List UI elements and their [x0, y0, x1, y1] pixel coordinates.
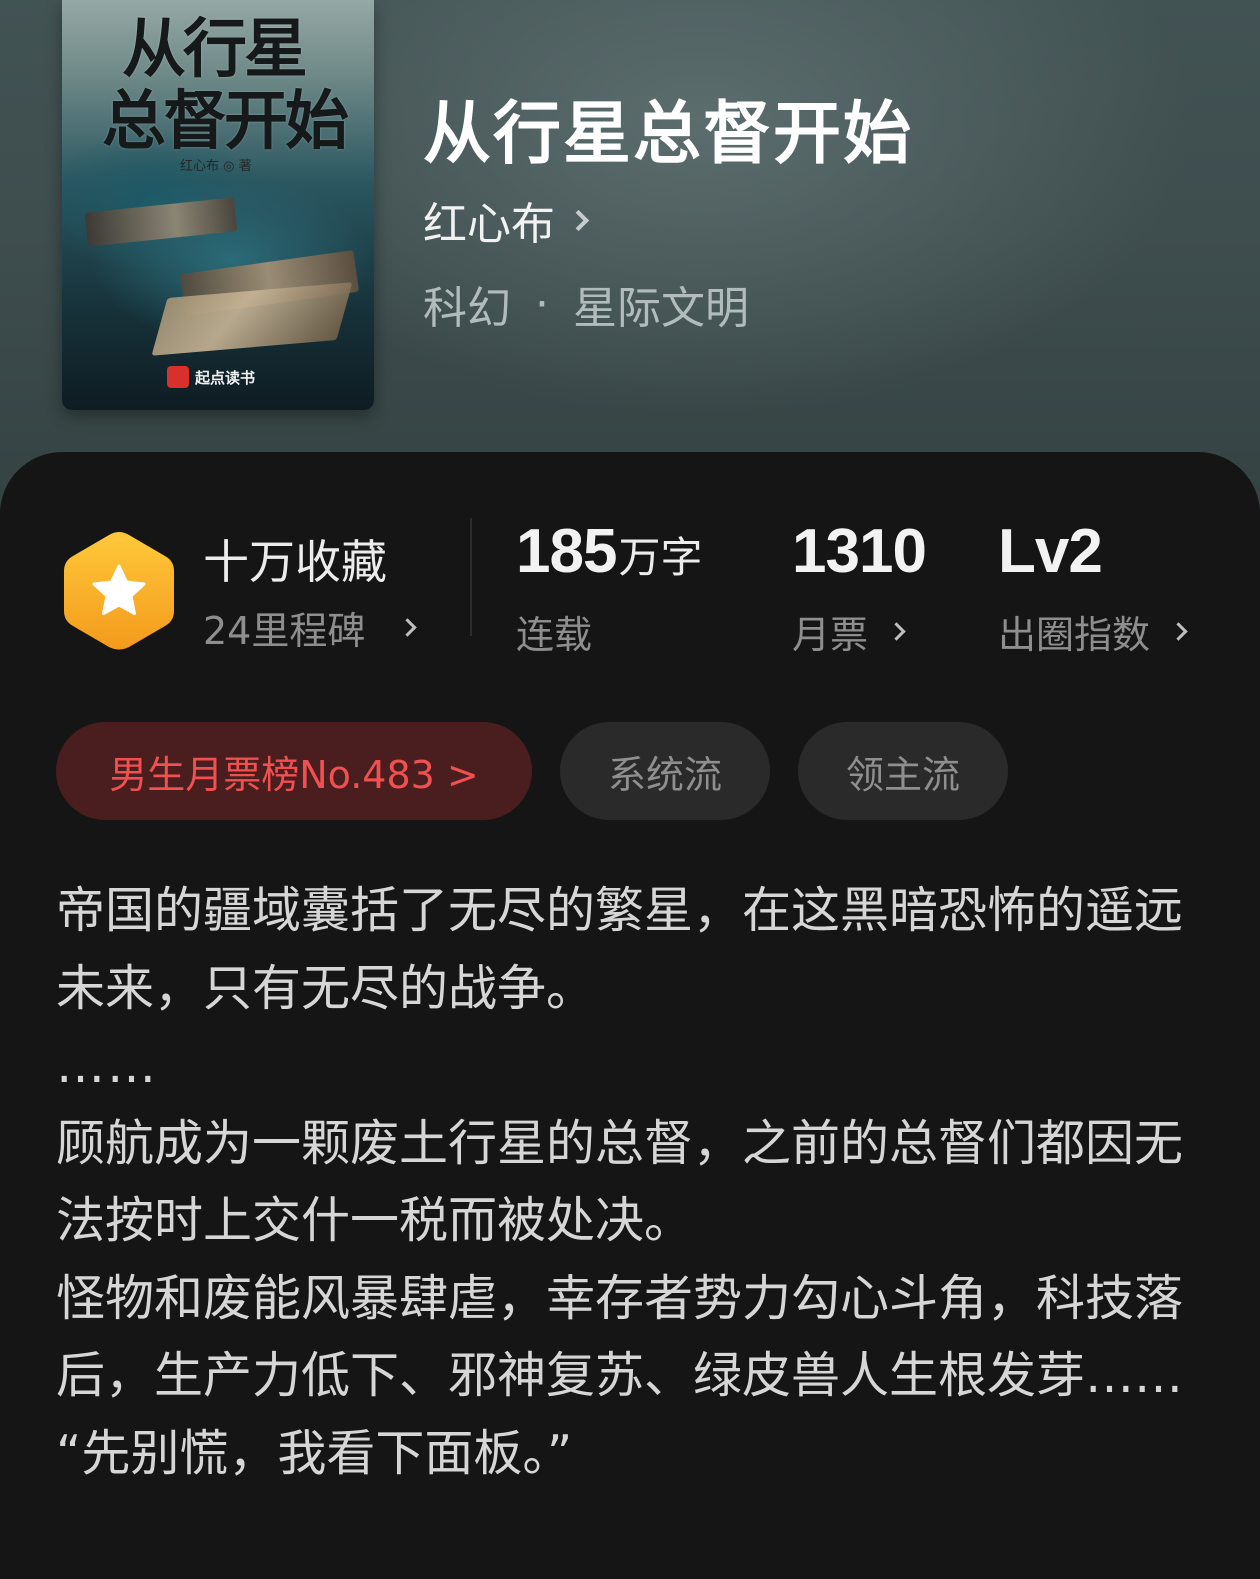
description-paragraph: 帝国的疆域囊括了无尽的繁星，在这黑暗恐怖的遥远未来，只有无尽的战争。 — [56, 882, 1184, 1017]
genre-label[interactable]: 科幻 — [423, 272, 511, 336]
cover-title-line-1: 从行星 — [122, 12, 308, 87]
stats-divider — [470, 518, 472, 636]
serial-status: 连载 — [516, 604, 592, 659]
rank-tag[interactable]: 男生月票榜No.483 > — [56, 722, 532, 820]
level: Lv2 — [998, 516, 1103, 587]
description-paragraph: 怪物和废能风暴肆虐，幸存者势力勾心斗角，科技落后，生产力低下、邪神复苏、绿皮兽人… — [56, 1269, 1184, 1405]
cover-art-ship — [84, 197, 238, 247]
serial-status-label: 连载 — [516, 613, 593, 657]
word-count-number: 185 — [516, 517, 617, 586]
chevron-right-icon — [398, 618, 418, 637]
word-count: 185万字 — [516, 516, 702, 587]
monthly-tickets-link[interactable]: 月票 — [792, 604, 906, 659]
level-value: Lv2 — [998, 517, 1103, 586]
book-title: 从行星总督开始 — [423, 94, 914, 174]
cover-author-credit: 红心布 ◎ 著 — [180, 159, 252, 174]
author-link[interactable]: 红心布 — [423, 188, 590, 252]
monthly-tickets-number: 1310 — [792, 517, 927, 586]
monthly-tickets: 1310 — [792, 516, 927, 587]
tag-lord[interactable]: 领主流 — [798, 722, 1008, 820]
monthly-tickets-label: 月票 — [792, 613, 869, 657]
subgenre-label[interactable]: 星际文明 — [573, 272, 749, 336]
chevron-right-icon — [567, 209, 590, 231]
book-description[interactable]: 帝国的疆域囊括了无尽的繁星，在这黑暗恐怖的遥远未来，只有无尽的战争。 …… 顾航… — [56, 872, 1196, 1492]
level-link[interactable]: 出圈指数 — [998, 604, 1188, 659]
milestone-link[interactable]: 24里程碑 — [203, 600, 418, 655]
author-name: 红心布 — [423, 199, 555, 250]
book-header: 从行星 总督开始 红心布 ◎ 著 起点读书 从行星总督开始 红心布 科幻 · 星… — [0, 0, 1260, 520]
chevron-right-icon — [887, 622, 906, 641]
description-ellipsis: …… — [56, 1037, 158, 1094]
genre-row: 科幻 · 星际文明 — [423, 272, 749, 336]
collection-title: 十万收藏 — [203, 535, 387, 589]
tag-row: 男生月票榜No.483 > 系统流 领主流 — [56, 722, 1008, 820]
description-paragraph: 顾航成为一颗废土行星的总督，之前的总督们都因无法按时上交什一税而被处决。 — [56, 1114, 1184, 1250]
star-hexagon-icon[interactable] — [60, 528, 178, 654]
word-count-unit: 万字 — [618, 533, 703, 582]
cover-title-line-2: 总督开始 — [102, 84, 349, 159]
stats-row: 十万收藏 24里程碑 185万字 连载 1310 月票 Lv2 出圈指数 — [0, 452, 1260, 682]
publisher-name: 起点读书 — [195, 368, 256, 387]
description-paragraph: “先别慌，我看下面板。” — [56, 1424, 573, 1482]
cover-title: 从行星 总督开始 — [102, 14, 352, 158]
qidian-logo-icon — [167, 366, 189, 388]
milestone-label: 24里程碑 — [203, 609, 366, 653]
level-label: 出圈指数 — [998, 613, 1151, 657]
cover-publisher: 起点读书 — [167, 366, 255, 388]
book-detail-panel: 十万收藏 24里程碑 185万字 连载 1310 月票 Lv2 出圈指数 男生月… — [0, 452, 1260, 1579]
book-cover[interactable]: 从行星 总督开始 红心布 ◎ 著 起点读书 — [62, 0, 374, 410]
chevron-right-icon — [1169, 622, 1188, 641]
genre-separator: · — [535, 278, 549, 330]
tag-system[interactable]: 系统流 — [560, 722, 770, 820]
